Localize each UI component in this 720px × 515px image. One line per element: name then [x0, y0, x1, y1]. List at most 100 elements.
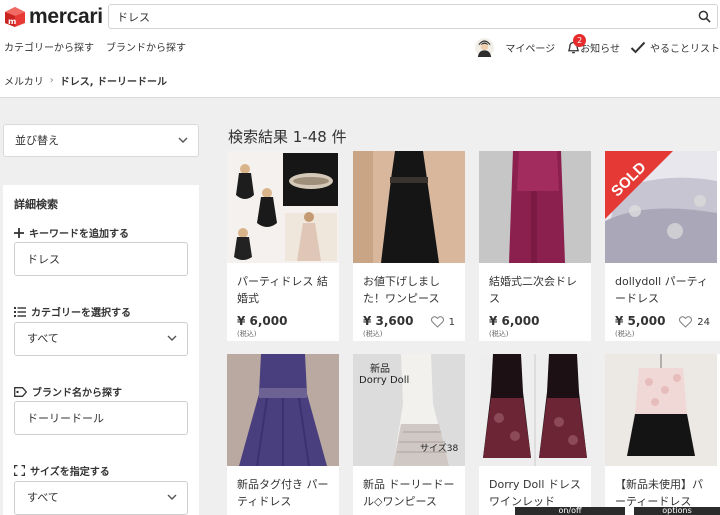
tax-note: (税込)	[363, 330, 383, 338]
tag-icon	[14, 386, 27, 397]
brand-label: ブランド名から探す	[14, 384, 122, 399]
product-card[interactable]: 【新品未使用】パーティードレス	[605, 354, 720, 515]
product-price: ¥ 6,000	[489, 314, 540, 328]
size-label-text: サイズを指定する	[30, 467, 110, 478]
product-card[interactable]: 新品タグ付き パーティドレス	[227, 354, 339, 515]
notifications-label: お知らせ	[580, 43, 620, 55]
category-value: すべて	[27, 332, 59, 345]
site-header: m mercari カテゴリーから探す ブランドから探す マイページ	[0, 0, 720, 98]
size-select[interactable]: すべて	[14, 481, 188, 515]
category-select[interactable]: すべて	[14, 322, 188, 356]
results-title: 検索結果 1-48 件	[228, 128, 347, 146]
product-name: 【新品未使用】パーティードレス	[615, 478, 703, 508]
product-name: 結婚式二次会ドレス	[489, 275, 577, 305]
tax-note: (税込)	[615, 330, 635, 338]
todo-link[interactable]: やることリスト	[630, 40, 720, 55]
chevron-down-icon	[167, 335, 177, 341]
product-name: 新品 ドーリードール◇ワンピース	[363, 478, 455, 508]
svg-text:m: m	[8, 17, 16, 26]
sort-select[interactable]: 並び替え	[3, 124, 199, 157]
logo-text: mercari	[29, 5, 103, 28]
mercari-logo[interactable]: m mercari	[4, 4, 103, 30]
chevron-down-icon	[178, 137, 188, 143]
mercari-box-icon: m	[5, 7, 25, 27]
product-card[interactable]: SOLD dollydoll パーティードレス ¥ 5,000 (税込) 24	[605, 151, 720, 341]
heart-icon	[679, 316, 693, 328]
product-name: dollydoll パーティードレス	[615, 275, 708, 305]
product-card[interactable]: 結婚式二次会ドレス ¥ 6,000 (税込)	[479, 151, 591, 341]
resize-icon	[14, 465, 25, 476]
mypage-label: マイページ	[505, 43, 556, 55]
product-card[interactable]: パーティドレス 結婚式 ¥ 6,000 (税込)	[227, 151, 339, 341]
product-image	[605, 151, 717, 263]
advanced-search-title: 詳細検索	[14, 198, 58, 211]
product-photo	[479, 151, 591, 263]
sub-navigation: カテゴリーから探す ブランドから探す	[4, 39, 186, 54]
product-image	[353, 151, 465, 263]
size-value: すべて	[27, 491, 59, 504]
breadcrumb-current: ドレス, ドーリードール	[59, 77, 167, 88]
tax-note: (税込)	[489, 330, 509, 338]
checkmark-icon	[630, 41, 646, 53]
notifications-link[interactable]: 2 お知らせ	[567, 33, 620, 55]
brand-input[interactable]	[14, 401, 188, 435]
search-input[interactable]	[109, 5, 679, 28]
category-label-text: カテゴリーを選択する	[31, 308, 131, 319]
product-photo	[353, 151, 465, 263]
product-price: ¥ 6,000	[237, 314, 288, 328]
product-card[interactable]: Dorry Doll ドレス ワインレッド	[479, 354, 591, 515]
like-count-value: 1	[448, 316, 455, 328]
heart-icon	[430, 316, 444, 328]
brand-label-text: ブランド名から探す	[32, 388, 122, 399]
keyword-input[interactable]	[14, 242, 188, 276]
like-count[interactable]: 24	[679, 316, 710, 328]
product-price: ¥ 3,600	[363, 314, 414, 328]
product-name: お値下げしました！ワンピース	[363, 275, 440, 305]
product-image	[227, 151, 339, 263]
category-label: カテゴリーを選択する	[14, 304, 131, 319]
keyword-label-text: キーワードを追加する	[29, 229, 129, 240]
mypage-link[interactable]: マイページ	[475, 37, 556, 57]
keyword-label: キーワードを追加する	[14, 225, 129, 240]
sort-label: 並び替え	[15, 134, 59, 147]
todo-label: やることリスト	[650, 43, 720, 55]
breadcrumb-home[interactable]: メルカリ	[4, 73, 44, 88]
overlay-size: サイズ38	[420, 444, 459, 454]
plus-icon	[14, 227, 24, 238]
product-image	[479, 151, 591, 263]
product-photo	[479, 354, 591, 466]
breadcrumb-chevron-icon: ›	[49, 75, 54, 86]
product-name: Dorry Doll ドレス ワインレッド	[489, 478, 581, 508]
product-image	[479, 354, 591, 466]
like-count-value: 24	[697, 316, 710, 328]
options-button[interactable]: options	[634, 507, 720, 515]
notification-badge: 2	[573, 33, 587, 47]
breadcrumb: メルカリ › ドレス, ドーリードール	[4, 73, 167, 88]
category-search-link[interactable]: カテゴリーから探す	[4, 39, 94, 54]
product-card[interactable]: お値下げしました！ワンピース ¥ 3,600 (税込) 1	[353, 151, 465, 341]
user-navigation: マイページ 2 お知らせ やることリスト	[465, 33, 720, 58]
size-label: サイズを指定する	[14, 463, 110, 478]
product-name: パーティドレス 結婚式	[237, 275, 328, 305]
search-bar[interactable]	[108, 4, 718, 29]
brand-search-link[interactable]: ブランドから探す	[106, 39, 186, 54]
product-name: 新品タグ付き パーティドレス	[237, 478, 329, 508]
product-photo	[605, 151, 717, 263]
product-image	[227, 354, 339, 466]
search-icon[interactable]	[698, 10, 711, 23]
product-card[interactable]: 新品 Dorry Doll サイズ38 新品 ドーリードール◇ワンピース	[353, 354, 465, 515]
product-photo	[227, 354, 339, 466]
chevron-down-icon	[167, 494, 177, 500]
overlay-new: 新品	[370, 364, 390, 375]
onoff-button[interactable]: on/off	[515, 507, 625, 515]
product-price: ¥ 5,000	[615, 314, 666, 328]
overlay-brand: Dorry Doll	[359, 375, 410, 386]
product-photo	[605, 354, 717, 466]
advanced-search-panel: 詳細検索 キーワードを追加する カテゴリーを選択する すべて ブランド名から探す…	[3, 185, 199, 515]
product-image	[605, 354, 717, 466]
tax-note: (税込)	[237, 330, 257, 338]
avatar	[475, 37, 495, 57]
like-count[interactable]: 1	[430, 316, 455, 328]
list-icon	[14, 306, 26, 317]
product-photo	[227, 151, 339, 263]
